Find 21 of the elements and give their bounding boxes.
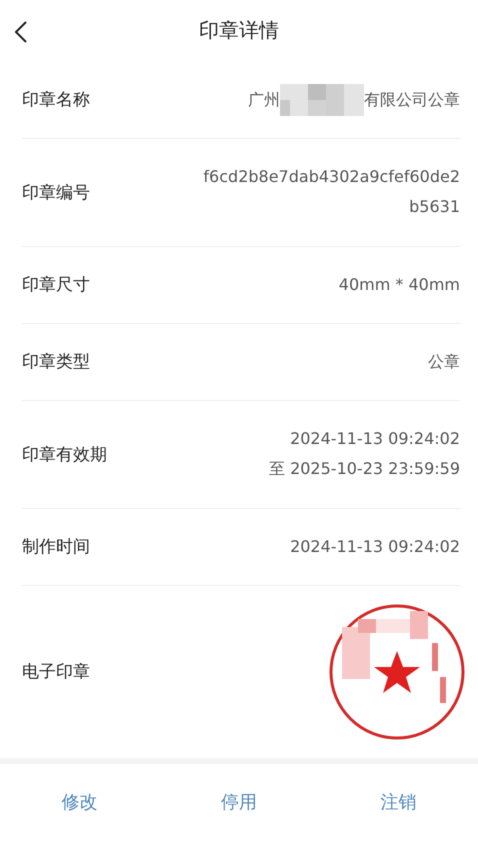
field-label: 印章尺寸 bbox=[22, 274, 90, 296]
action-button[interactable]: 停用 bbox=[174, 782, 304, 822]
field-value: 广州 bbox=[248, 88, 280, 111]
field-value: 40mm * 40mm bbox=[338, 274, 460, 296]
field-label: 印章有效期 bbox=[22, 444, 107, 466]
field-value: 至 2025-10-23 23:59:59 bbox=[268, 458, 460, 480]
back-icon bbox=[14, 20, 28, 44]
field-value: 有限公司公章 bbox=[364, 88, 460, 111]
field-label: 电子印章 bbox=[22, 661, 90, 684]
field-label: 印章类型 bbox=[22, 351, 90, 374]
field-value: f6cd2b8e7dab4302a9cfef60de2b5631 bbox=[202, 166, 460, 218]
field-value: 公章 bbox=[428, 350, 460, 373]
field-label: 印章名称 bbox=[22, 89, 90, 112]
field-value: 2024-11-13 09:24:02 bbox=[290, 428, 460, 450]
field-value: 2024-11-13 09:24:02 bbox=[290, 536, 460, 558]
page-title: 印章详情 bbox=[199, 17, 279, 44]
action-button[interactable]: 注销 bbox=[333, 782, 464, 822]
back-button[interactable] bbox=[14, 20, 28, 44]
field-label: 制作时间 bbox=[22, 536, 90, 558]
action-button[interactable]: 修改 bbox=[14, 782, 145, 822]
field-label: 印章编号 bbox=[22, 182, 90, 204]
